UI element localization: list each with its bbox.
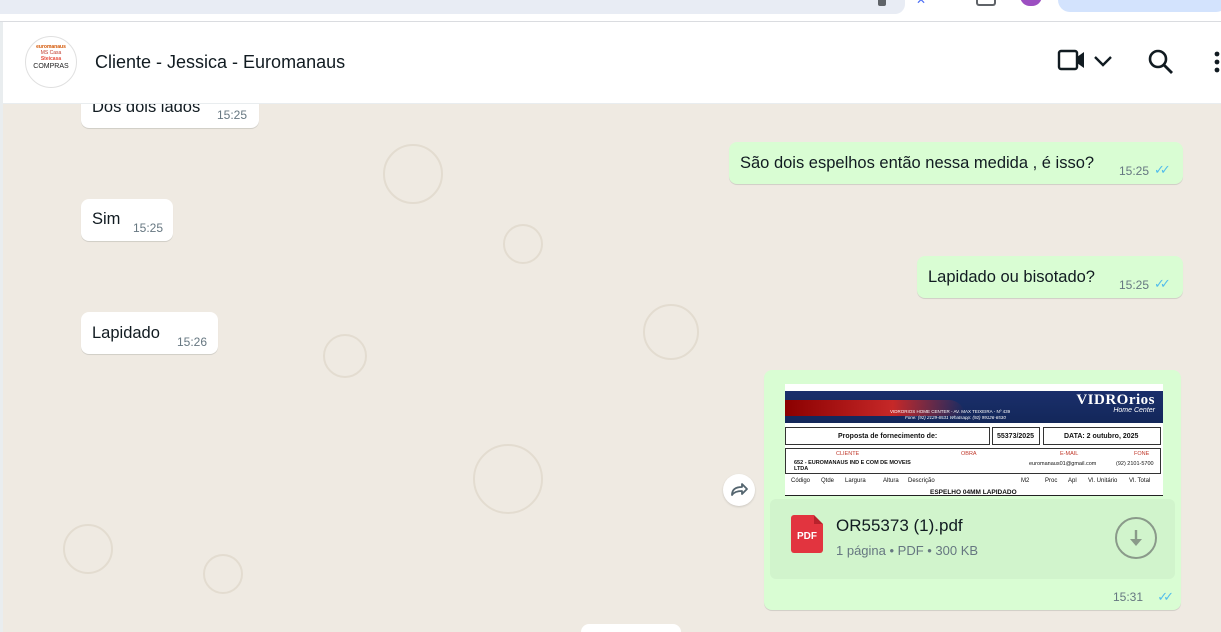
- menu-icon[interactable]: [1213, 48, 1221, 81]
- preview-column: Código: [791, 478, 811, 484]
- video-call-icon[interactable]: [1057, 48, 1087, 77]
- wallpaper-doodle: [323, 334, 367, 378]
- preview-columns: Código Qtde Largura Altura Descrição M2 …: [785, 478, 1163, 488]
- avatar-line-3: Steicasa: [40, 56, 62, 62]
- chevron-down-icon[interactable]: [1093, 54, 1113, 73]
- preview-address: VIDRORIOS HOME CENTER - AV. MAX TEIXEIRA…: [890, 409, 1011, 414]
- message-time: 15:26: [177, 335, 208, 349]
- preview-column: Vl. Unitário: [1088, 478, 1118, 484]
- message-text: Lapidado: [92, 324, 160, 342]
- wallpaper-doodle: [643, 304, 699, 360]
- message-outgoing[interactable]: Lapidado ou bisotado? 15:25 ✓✓: [917, 256, 1183, 298]
- wallpaper-doodle: [473, 444, 543, 514]
- document-filename: OR55373 (1).pdf: [836, 516, 963, 535]
- preview-proposal-label: Proposta de fornecimento de:: [838, 433, 938, 440]
- preview-column: Descrição: [908, 478, 935, 484]
- preview-proposal-number: 55373/2025: [997, 433, 1034, 440]
- preview-date-box: DATA: 2 outubro, 2025: [1043, 427, 1161, 445]
- preview-column: Altura: [883, 478, 899, 484]
- document-meta: 1 página • PDF • 300 KB: [836, 543, 979, 558]
- preview-column: Proc: [1045, 478, 1058, 484]
- preview-phone: (92) 2101-5700: [1116, 461, 1154, 467]
- forward-button[interactable]: [723, 474, 755, 506]
- preview-column: Largura: [845, 478, 866, 484]
- preview-phones: Fone: (92) 2129-6531 Whatsapp: (92) 9912…: [905, 415, 1006, 420]
- document-preview[interactable]: VIDROrios Home Center VIDRORIOS HOME CEN…: [785, 384, 1163, 496]
- preview-date: DATA: 2 outubro, 2025: [1064, 433, 1139, 440]
- pdf-file-icon: PDF: [791, 515, 823, 553]
- preview-proposal-box: Proposta de fornecimento de:: [785, 427, 990, 445]
- preview-number-box: 55373/2025: [992, 427, 1040, 445]
- browser-action-pill[interactable]: [1058, 0, 1221, 12]
- preview-header: CLIENTE: [836, 451, 860, 457]
- message-incoming[interactable]: Dos dois lados 15:25: [81, 104, 259, 128]
- message-text: Dos dois lados: [92, 104, 201, 116]
- message-time: 15:25: [133, 221, 164, 235]
- address-bar[interactable]: [0, 0, 905, 14]
- forward-icon: [731, 483, 748, 496]
- message-incoming[interactable]: Lapidado 15:26: [81, 312, 218, 354]
- contact-avatar[interactable]: euromanaus MS Casa Steicasa COMPRAS: [25, 36, 77, 88]
- tab-search-icon[interactable]: [976, 0, 996, 6]
- message-text: São dois espelhos então nessa medida , é…: [740, 154, 1095, 172]
- preview-column: M2: [1021, 478, 1030, 484]
- double-check-icon: ✓✓: [1157, 589, 1174, 604]
- close-tab-icon[interactable]: ✕: [916, 0, 930, 6]
- message-time: 15:25: [1119, 278, 1150, 292]
- double-check-icon: ✓✓: [1154, 162, 1171, 177]
- avatar-line-4: COMPRAS: [33, 63, 69, 70]
- download-button[interactable]: [1115, 517, 1157, 559]
- preview-column: Apl: [1068, 478, 1077, 484]
- chat-area[interactable]: Dos dois lados 15:25 São dois espelhos e…: [0, 104, 1221, 632]
- wallpaper-doodle: [63, 524, 113, 574]
- wallpaper-doodle: [383, 144, 443, 204]
- message-text: Sim: [92, 210, 121, 228]
- browser-toolbar: ✕: [0, 0, 1221, 22]
- download-arrow-icon: [1130, 530, 1142, 546]
- preview-client: 652 - EUROMANAUS IND E COM DE MOVEIS LTD…: [794, 460, 911, 472]
- preview-client-table: CLIENTE OBRA E-MAIL FONE 652 - EUROMANAU…: [785, 448, 1161, 474]
- profile-avatar[interactable]: [1020, 0, 1042, 6]
- message-time: 15:25: [217, 108, 248, 122]
- preview-brand-sub: Home Center: [1113, 407, 1155, 414]
- preview-column: Qtde: [821, 478, 835, 484]
- message-outgoing[interactable]: São dois espelhos então nessa medida , é…: [729, 142, 1183, 184]
- document-info[interactable]: PDF OR55373 (1).pdf 1 página • PDF • 300…: [770, 499, 1175, 579]
- search-icon[interactable]: [1147, 48, 1175, 81]
- message-time: 15:31: [1112, 590, 1143, 604]
- wallpaper-doodle: [503, 224, 543, 264]
- document-message[interactable]: VIDROrios Home Center VIDRORIOS HOME CEN…: [764, 370, 1181, 610]
- preview-item: ESPELHO 04MM LAPIDADO: [930, 489, 1017, 496]
- preview-header: FONE: [1134, 451, 1150, 457]
- preview-email: euromanaus01@gmail.com: [1029, 461, 1097, 467]
- date-pill: [581, 624, 681, 632]
- extension-icon[interactable]: [878, 0, 886, 6]
- wallpaper-doodle: [203, 554, 243, 594]
- message-incoming[interactable]: Sim 15:25: [81, 199, 173, 241]
- chat-title[interactable]: Cliente - Jessica - Euromanaus: [95, 52, 345, 73]
- message-time: 15:25: [1119, 164, 1150, 178]
- preview-banner: VIDROrios Home Center VIDRORIOS HOME CEN…: [785, 391, 1163, 423]
- preview-header: E-MAIL: [1060, 451, 1079, 457]
- preview-column: Vl. Total: [1129, 478, 1151, 484]
- double-check-icon: ✓✓: [1154, 276, 1171, 291]
- message-text: Lapidado ou bisotado?: [928, 268, 1095, 286]
- preview-header: OBRA: [961, 451, 977, 457]
- chat-header: euromanaus MS Casa Steicasa COMPRAS Clie…: [0, 22, 1221, 104]
